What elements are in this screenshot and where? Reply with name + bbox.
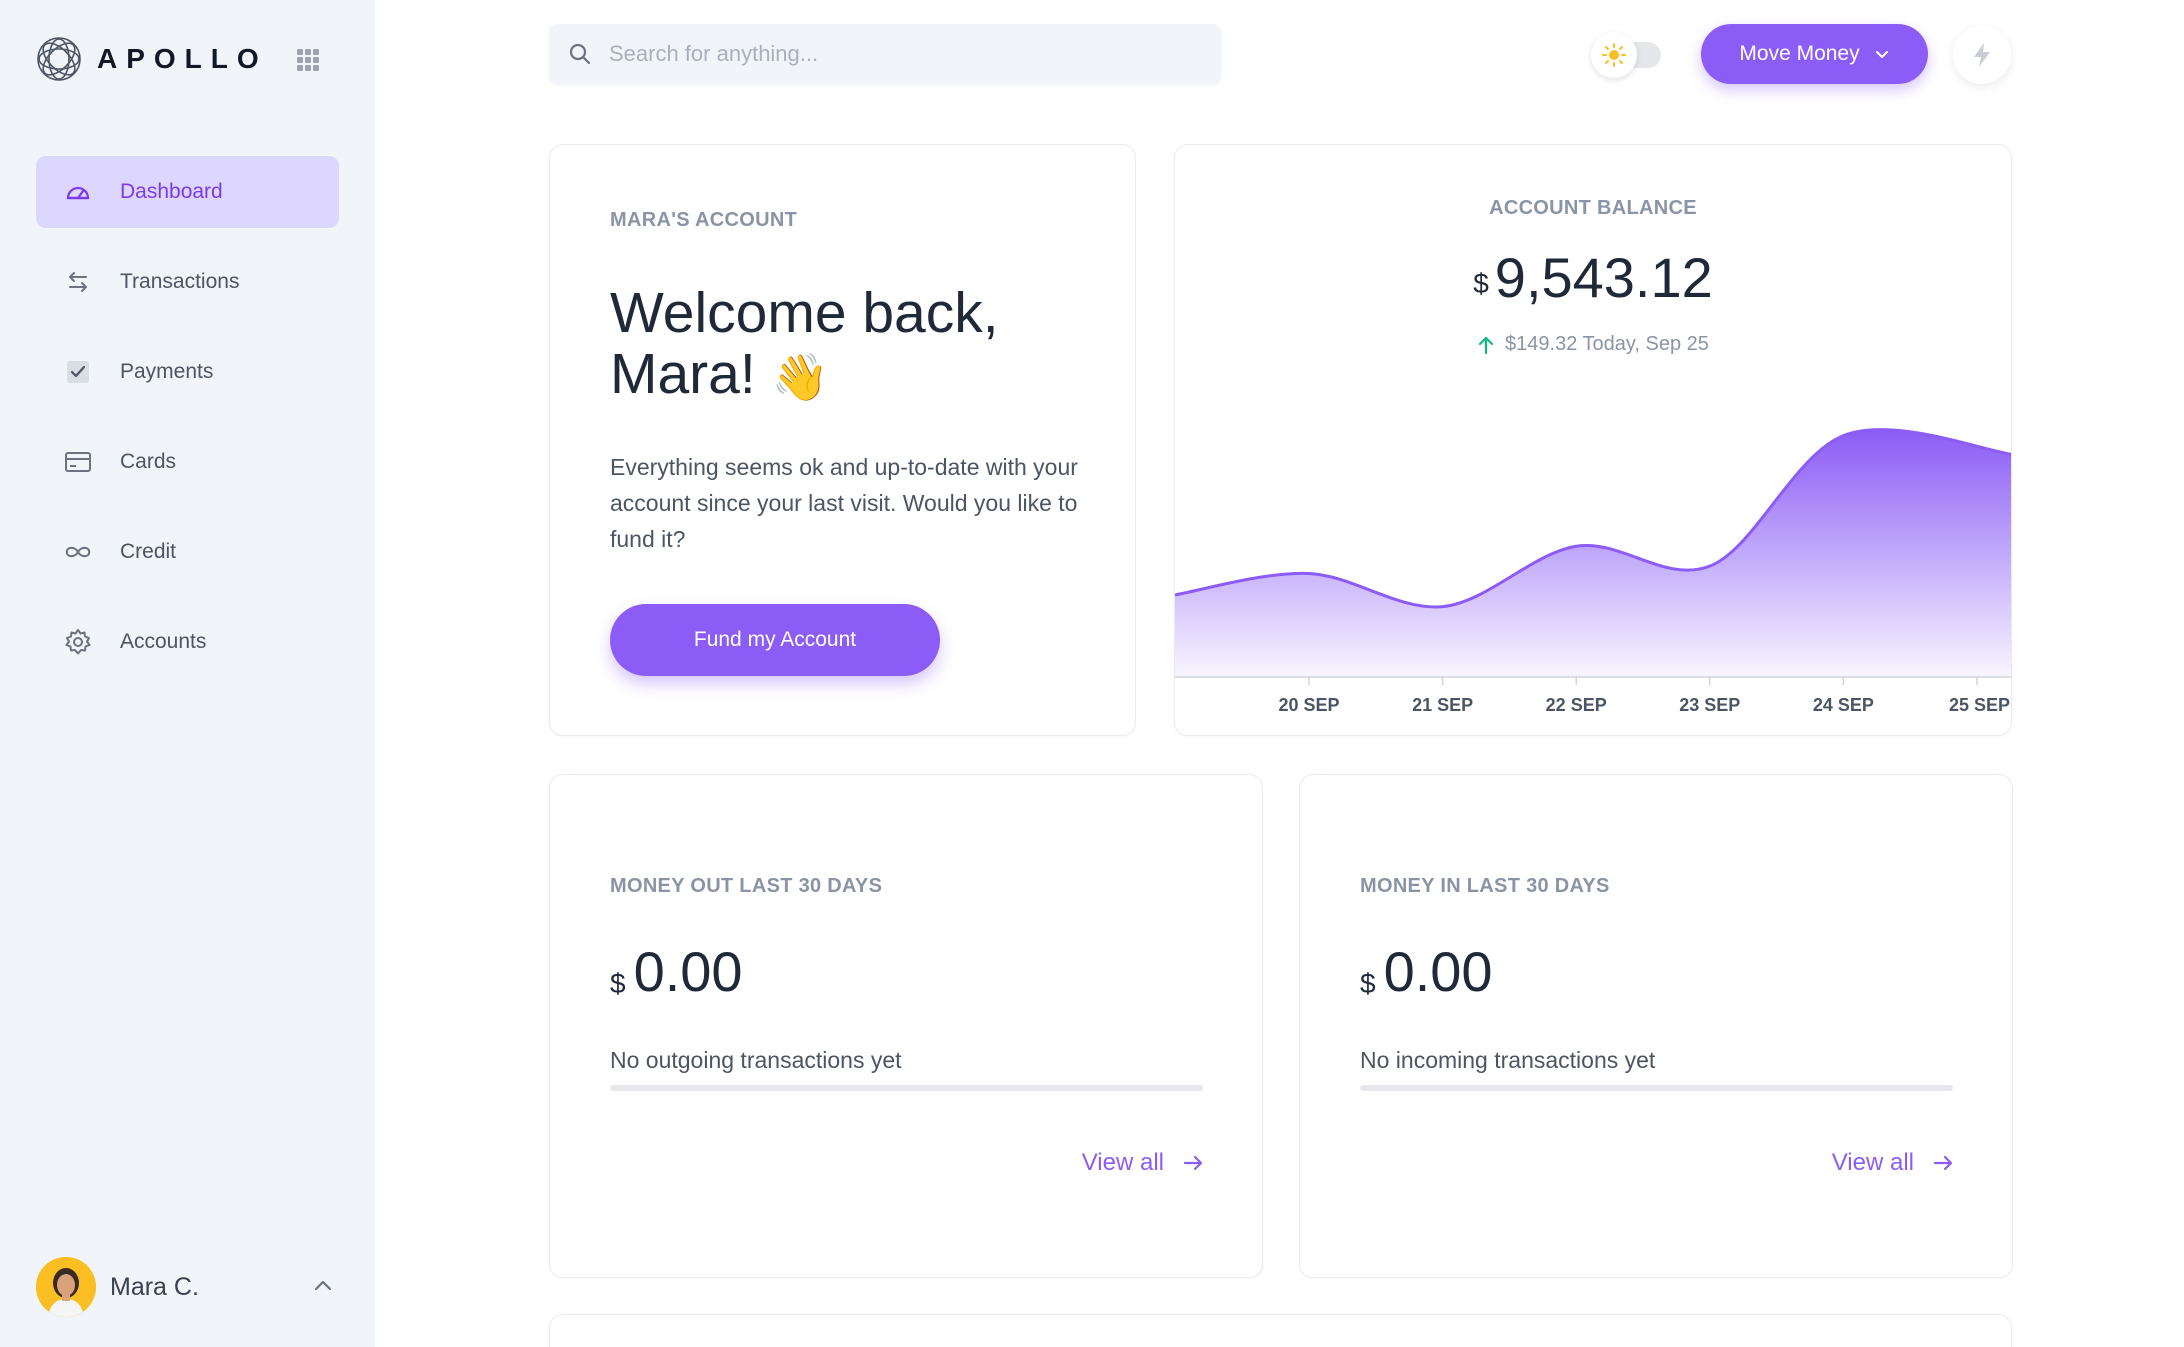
search-icon <box>569 43 591 65</box>
search-bar[interactable] <box>549 24 1221 84</box>
check-square-icon <box>64 358 92 386</box>
chart-tick-label: 25 SEP <box>1949 695 2010 715</box>
arrow-up-icon <box>1478 336 1494 354</box>
sidebar-item-label: Payments <box>120 360 214 383</box>
apps-grid-icon[interactable] <box>297 49 319 71</box>
user-menu[interactable]: Mara C. <box>36 1256 339 1318</box>
sidebar-item-accounts[interactable]: Accounts <box>36 606 339 678</box>
money-in-view-all-link[interactable]: View all <box>1832 1149 1954 1177</box>
sidebar-item-cards[interactable]: Cards <box>36 426 339 498</box>
quick-actions-button[interactable] <box>1953 26 2011 84</box>
sidebar-item-dashboard[interactable]: Dashboard <box>36 156 339 228</box>
wave-emoji: 👋 <box>771 351 829 403</box>
move-money-button[interactable]: Move Money <box>1701 24 1928 84</box>
sidebar-item-label: Accounts <box>120 630 207 653</box>
move-money-label: Move Money <box>1739 42 1860 65</box>
money-in-empty-text: No incoming transactions yet <box>1360 1047 1656 1073</box>
swap-icon <box>64 268 92 296</box>
theme-toggle[interactable] <box>1591 32 1671 78</box>
money-out-label: MONEY OUT LAST 30 DAYS <box>610 875 883 897</box>
chart-area <box>1175 429 2011 677</box>
money-in-value: 0.00 <box>1383 940 1493 1003</box>
sidebar-item-credit[interactable]: Credit <box>36 516 339 588</box>
sidebar-item-label: Cards <box>120 450 177 473</box>
chart-tick-label: 21 SEP <box>1412 695 1473 715</box>
bottom-card <box>549 1314 2012 1347</box>
money-in-label: MONEY IN LAST 30 DAYS <box>1360 875 1610 897</box>
chevron-down-icon <box>1875 51 1888 58</box>
balance-chart: 20 SEP 21 SEP 22 SEP 23 SEP 24 SEP 25 SEP <box>1175 428 2011 715</box>
gauge-icon <box>64 178 92 206</box>
bolt-icon <box>1974 43 1990 67</box>
sidebar-nav: Dashboard Transactions Payments Cards Cr… <box>36 156 339 696</box>
chart-tick-label: 20 SEP <box>1278 695 1339 715</box>
chart-x-ticks: 20 SEP 21 SEP 22 SEP 23 SEP 24 SEP 25 SEP <box>1278 677 2010 715</box>
balance-amount: $9,543.12 <box>1175 245 2011 310</box>
money-in-amount: $0.00 <box>1360 939 1493 1004</box>
balance-change: $149.32 Today, Sep 25 <box>1175 333 2011 356</box>
sidebar: APOLLO Dashboard Transactions Payments C… <box>0 0 375 1347</box>
search-input[interactable] <box>609 41 1169 67</box>
sidebar-item-transactions[interactable]: Transactions <box>36 246 339 318</box>
infinity-icon <box>64 538 92 566</box>
currency-symbol: $ <box>610 968 626 999</box>
logo[interactable]: APOLLO <box>35 35 268 83</box>
currency-symbol: $ <box>1360 968 1376 999</box>
chart-tick-label: 23 SEP <box>1679 695 1740 715</box>
fund-account-button[interactable]: Fund my Account <box>610 604 940 676</box>
balance-value: 9,543.12 <box>1494 246 1713 309</box>
avatar <box>36 1257 96 1317</box>
credit-card-icon <box>64 448 92 476</box>
user-name: Mara C. <box>110 1272 199 1301</box>
money-in-card: MONEY IN LAST 30 DAYS $0.00 No incoming … <box>1299 774 2013 1278</box>
chevron-up-icon[interactable] <box>311 1274 335 1298</box>
currency-symbol: $ <box>1473 268 1489 299</box>
welcome-message: Everything seems ok and up-to-date with … <box>610 454 1078 552</box>
money-out-value: 0.00 <box>633 940 743 1003</box>
account-label: MARA'S ACCOUNT <box>610 209 798 231</box>
money-out-amount: $0.00 <box>610 939 743 1004</box>
welcome-title: Welcome back, Mara! 👋 <box>610 283 1110 408</box>
sun-icon <box>1591 32 1637 78</box>
arrow-right-icon <box>1183 1155 1203 1171</box>
money-out-empty-text: No outgoing transactions yet <box>610 1047 902 1073</box>
logo-mark-icon <box>37 37 81 81</box>
view-all-label: View all <box>1081 1149 1164 1176</box>
welcome-card: MARA'S ACCOUNT Welcome back, Mara! 👋 Eve… <box>549 144 1136 736</box>
money-out-view-all-link[interactable]: View all <box>1082 1149 1204 1177</box>
sidebar-item-label: Dashboard <box>120 180 223 203</box>
sidebar-item-payments[interactable]: Payments <box>36 336 339 408</box>
logo-text: APOLLO <box>97 43 268 74</box>
gear-icon <box>64 628 92 656</box>
money-out-card: MONEY OUT LAST 30 DAYS $0.00 No outgoing… <box>549 774 1263 1278</box>
balance-change-text: $149.32 Today, Sep 25 <box>1505 333 1709 355</box>
money-in-progress <box>1360 1085 1953 1091</box>
sidebar-item-label: Transactions <box>120 270 240 293</box>
money-out-progress <box>610 1085 1203 1091</box>
chart-tick-label: 24 SEP <box>1813 695 1874 715</box>
balance-label: ACCOUNT BALANCE <box>1489 197 1697 219</box>
account-balance-card: ACCOUNT BALANCE $9,543.12 $149.32 Today,… <box>1174 144 2012 736</box>
sidebar-item-label: Credit <box>120 540 177 563</box>
chart-tick-label: 22 SEP <box>1546 695 1607 715</box>
arrow-right-icon <box>1933 1155 1953 1171</box>
view-all-label: View all <box>1831 1149 1914 1176</box>
